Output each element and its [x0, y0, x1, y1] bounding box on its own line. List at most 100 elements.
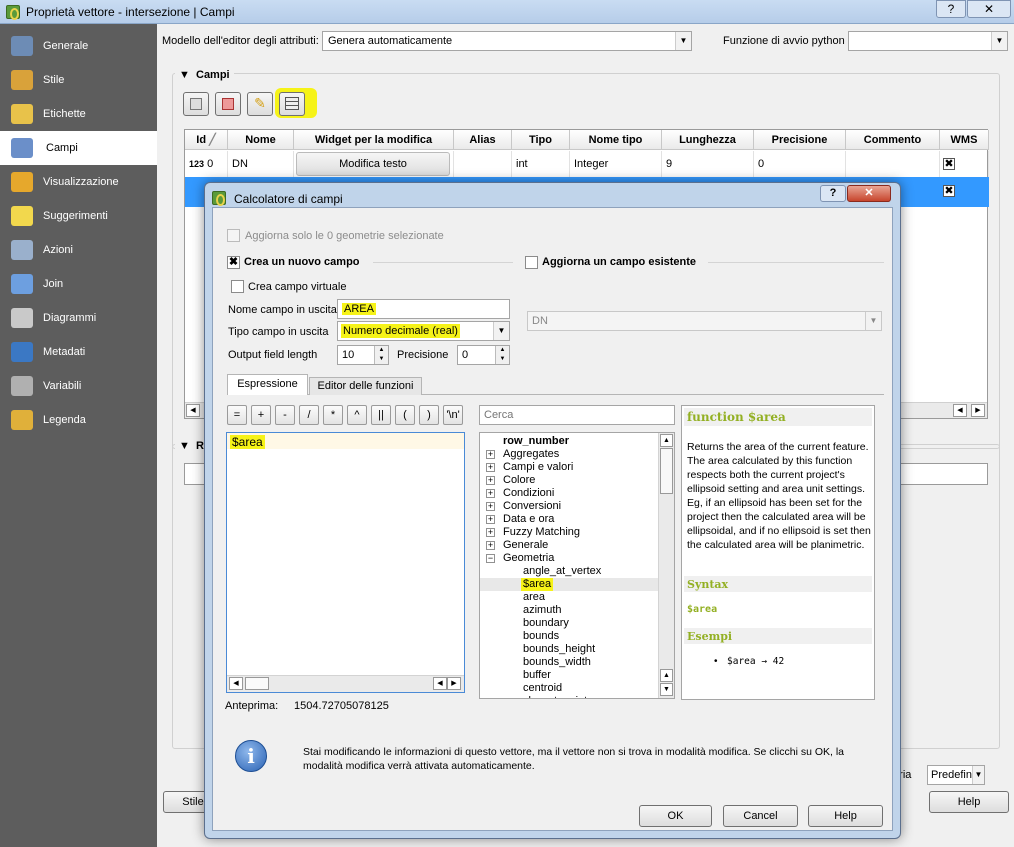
- concat-button[interactable]: ||: [371, 405, 391, 425]
- update-existing-checkbox[interactable]: [525, 256, 538, 269]
- wms-checkbox[interactable]: ✖: [943, 185, 955, 197]
- tree-item[interactable]: + Fuzzy Matching: [480, 526, 658, 539]
- collapse-icon[interactable]: −: [486, 554, 495, 563]
- expand-icon[interactable]: +: [486, 528, 495, 537]
- minus-button[interactable]: -: [275, 405, 295, 425]
- horizontal-scrollbar[interactable]: ◀ ◀ ▶: [227, 675, 464, 692]
- tree-item[interactable]: + Condizioni: [480, 487, 658, 500]
- sidebar-item-campi[interactable]: Campi: [0, 131, 157, 165]
- virtual-field-checkbox[interactable]: [231, 280, 244, 293]
- new-field-button[interactable]: [183, 92, 209, 116]
- tree-item[interactable]: bounds_height: [480, 643, 658, 656]
- multiply-button[interactable]: *: [323, 405, 343, 425]
- sidebar-item-variabili[interactable]: Variabili: [0, 369, 157, 403]
- sidebar-item-join[interactable]: Join: [0, 267, 157, 301]
- close-title-button[interactable]: ✕: [967, 0, 1011, 18]
- ok-button[interactable]: OK: [639, 805, 712, 827]
- expand-icon[interactable]: +: [486, 489, 495, 498]
- delete-field-button[interactable]: [215, 92, 241, 116]
- col-header-tipo[interactable]: Tipo: [512, 130, 570, 150]
- dialog-help-title-button[interactable]: ?: [820, 185, 846, 202]
- help-title-button[interactable]: ?: [936, 0, 966, 18]
- output-name-input[interactable]: AREA: [337, 299, 510, 319]
- expand-icon[interactable]: +: [486, 502, 495, 511]
- col-header-alias[interactable]: Alias: [454, 130, 512, 150]
- table-row[interactable]: 123 0 DN Modifica testo int Integer 9 0 …: [185, 151, 989, 177]
- length-spinbox[interactable]: 10 ▲ ▼: [337, 345, 389, 365]
- tree-item[interactable]: azimuth: [480, 604, 658, 617]
- sidebar-item-diagrammi[interactable]: Diagrammi: [0, 301, 157, 335]
- style-preset-combo[interactable]: Predefinito ▼: [927, 765, 985, 785]
- divide-button[interactable]: /: [299, 405, 319, 425]
- existing-field-combo[interactable]: DN ▼: [527, 311, 882, 331]
- equals-button[interactable]: =: [227, 405, 247, 425]
- expand-icon[interactable]: +: [486, 450, 495, 459]
- tree-item[interactable]: area: [480, 591, 658, 604]
- col-header-lunghezza[interactable]: Lunghezza: [662, 130, 754, 150]
- tree-item[interactable]: bounds: [480, 630, 658, 643]
- campi-group-title[interactable]: ▼ Campi: [175, 69, 234, 81]
- python-init-combo[interactable]: ▼: [848, 31, 1008, 51]
- tree-item[interactable]: centroid: [480, 682, 658, 695]
- vertical-scrollbar[interactable]: ▲ ▲ ▼: [658, 433, 674, 698]
- tree-item[interactable]: buffer: [480, 669, 658, 682]
- sidebar-item-stile[interactable]: Stile: [0, 63, 157, 97]
- editor-model-combo[interactable]: Genera automaticamente ▼: [322, 31, 692, 51]
- help-button[interactable]: Help: [808, 805, 883, 827]
- spin-arrows-icon[interactable]: ▲ ▼: [374, 346, 388, 364]
- col-header-wms[interactable]: WMS: [940, 130, 989, 150]
- expand-icon[interactable]: +: [486, 463, 495, 472]
- tree-item[interactable]: boundary: [480, 617, 658, 630]
- update-selected-checkbox[interactable]: [227, 229, 240, 242]
- tree-item[interactable]: angle_at_vertex: [480, 565, 658, 578]
- expand-icon[interactable]: +: [486, 515, 495, 524]
- sidebar-item-legenda[interactable]: Legenda: [0, 403, 157, 437]
- col-header-nome[interactable]: Nome: [228, 130, 294, 150]
- col-header-nome-tipo[interactable]: Nome tipo: [570, 130, 662, 150]
- newline-button[interactable]: '\n': [443, 405, 463, 425]
- col-header-widget[interactable]: Widget per la modifica: [294, 130, 454, 150]
- col-header-precisione[interactable]: Precisione: [754, 130, 846, 150]
- tree-item[interactable]: + Campi e valori: [480, 461, 658, 474]
- dialog-close-button[interactable]: ✕: [847, 185, 891, 202]
- tree-item[interactable]: + Conversioni: [480, 500, 658, 513]
- tree-item[interactable]: + Aggregates: [480, 448, 658, 461]
- tree-item[interactable]: + Colore: [480, 474, 658, 487]
- tree-item[interactable]: − Geometria: [480, 552, 658, 565]
- output-type-combo[interactable]: Numero decimale (real) ▼: [337, 321, 510, 341]
- edit-widget-button[interactable]: Modifica testo: [296, 152, 450, 176]
- close-paren-button[interactable]: ): [419, 405, 439, 425]
- sidebar-item-etichette[interactable]: Etichette: [0, 97, 157, 131]
- tab-editor-funzioni[interactable]: Editor delle funzioni: [309, 377, 422, 395]
- edit-mode-button[interactable]: ✎: [247, 92, 273, 116]
- col-header-id[interactable]: Id ╱: [185, 130, 228, 150]
- tree-item[interactable]: row_number: [480, 435, 658, 448]
- tree-item[interactable]: bounds_width: [480, 656, 658, 669]
- spin-arrows-icon[interactable]: ▲ ▼: [495, 346, 509, 364]
- function-tree[interactable]: row_number + Aggregates + Campi e valori + Col…: [479, 432, 675, 699]
- tree-item[interactable]: $area: [480, 578, 658, 591]
- open-paren-button[interactable]: (: [395, 405, 415, 425]
- field-calculator-button[interactable]: [279, 92, 305, 116]
- sidebar-item-suggerimenti[interactable]: Suggerimenti: [0, 199, 157, 233]
- precision-spinbox[interactable]: 0 ▲ ▼: [457, 345, 510, 365]
- function-search-input[interactable]: [479, 405, 675, 425]
- expand-icon[interactable]: +: [486, 541, 495, 550]
- sidebar-item-metadati[interactable]: Metadati: [0, 335, 157, 369]
- create-new-field-checkbox[interactable]: ✖: [227, 256, 240, 269]
- cancel-button[interactable]: Cancel: [723, 805, 798, 827]
- power-button[interactable]: ^: [347, 405, 367, 425]
- expression-editor[interactable]: $area ◀ ◀ ▶: [226, 432, 465, 693]
- tab-espressione[interactable]: Espressione: [227, 374, 308, 395]
- tree-item[interactable]: + Generale: [480, 539, 658, 552]
- col-header-commento[interactable]: Commento: [846, 130, 940, 150]
- tree-item[interactable]: + Data e ora: [480, 513, 658, 526]
- help-button[interactable]: Help: [929, 791, 1009, 813]
- tree-item[interactable]: closest_point: [480, 695, 658, 698]
- expand-icon[interactable]: +: [486, 476, 495, 485]
- sidebar-item-generale[interactable]: Generale: [0, 29, 157, 63]
- sidebar-item-visualizzazione[interactable]: Visualizzazione: [0, 165, 157, 199]
- sidebar-item-azioni[interactable]: Azioni: [0, 233, 157, 267]
- plus-button[interactable]: +: [251, 405, 271, 425]
- wms-checkbox[interactable]: ✖: [943, 158, 955, 170]
